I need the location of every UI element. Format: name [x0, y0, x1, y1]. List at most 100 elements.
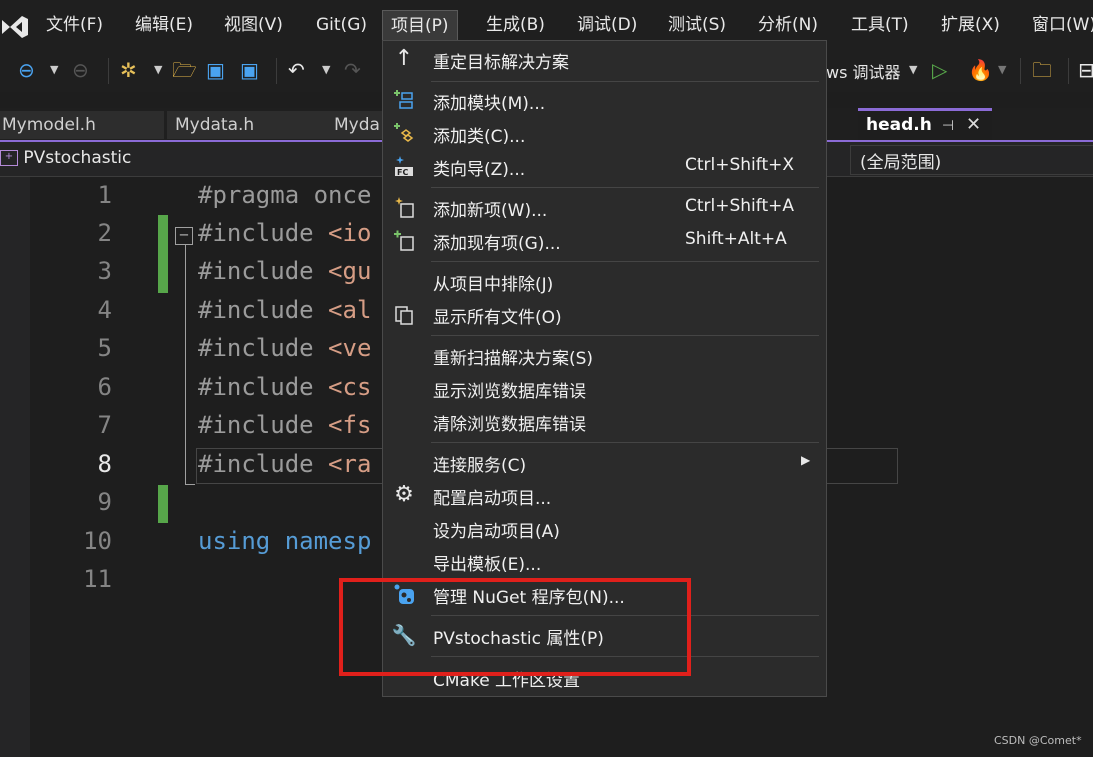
menu-item-export-template[interactable]: 导出模板(E)...	[383, 545, 826, 577]
hot-reload-dropdown-icon[interactable]: ▼	[998, 57, 1006, 83]
open-folder-icon[interactable]: 🗁	[172, 57, 197, 83]
menu-debug[interactable]: 调试(D)	[577, 11, 637, 39]
toolbar-separator	[276, 58, 277, 84]
menu-item-exclude-from-project[interactable]: 从项目中排除(J)	[383, 265, 826, 297]
menu-separator	[431, 187, 819, 188]
menu-edit[interactable]: 编辑(E)	[135, 11, 193, 39]
menu-project[interactable]: 项目(P)	[382, 10, 458, 41]
menu-item-add-existing-item[interactable]: 添加现有项(G)... Shift+Alt+A	[383, 224, 826, 256]
menu-item-label: 重新扫描解决方案(S)	[433, 349, 594, 369]
menu-item-label: 类向导(Z)...	[433, 160, 526, 180]
code-line[interactable]: #include <ra	[198, 450, 371, 478]
code-line[interactable]: #include <fs	[198, 411, 371, 439]
change-indicator	[158, 215, 168, 293]
menu-item-class-wizard[interactable]: FC 类向导(Z)... Ctrl+Shift+X	[383, 150, 826, 182]
solution-explorer-icon[interactable]: 🗀	[1032, 57, 1052, 83]
redo-icon[interactable]: ↷	[344, 57, 361, 83]
undo-dropdown-icon[interactable]: ▼	[322, 57, 330, 83]
menu-item-show-browse-db-errors[interactable]: 显示浏览数据库错误	[383, 372, 826, 404]
code-token: once	[313, 181, 372, 209]
menu-view[interactable]: 视图(V)	[224, 11, 283, 39]
menu-item-add-class[interactable]: 添加类(C)...	[383, 117, 826, 149]
project-dropdown[interactable]: + PVstochastic	[0, 148, 131, 168]
collapse-icon[interactable]: −	[175, 227, 193, 245]
menu-item-label: 配置启动项目...	[433, 489, 552, 509]
code-token: <fs	[328, 411, 372, 439]
gear-icon: ⚙	[394, 482, 414, 507]
project-name: PVstochastic	[23, 148, 132, 168]
tab-label: Mymodel.h	[2, 115, 96, 135]
menu-item-label: 设为启动项目(A)	[433, 522, 560, 542]
tab-mymodel[interactable]: Mymodel.h	[0, 111, 164, 139]
menu-item-clear-browse-db-errors[interactable]: 清除浏览数据库错误	[383, 405, 826, 437]
menu-item-set-as-startup-project[interactable]: 设为启动项目(A)	[383, 512, 826, 544]
menu-analyze[interactable]: 分析(N)	[758, 11, 818, 39]
menu-tools[interactable]: 工具(T)	[851, 11, 909, 39]
menu-item-show-all-files[interactable]: 显示所有文件(O)	[383, 298, 826, 330]
code-line[interactable]: using namesp	[198, 527, 371, 555]
menu-item-label: 显示所有文件(O)	[433, 308, 562, 328]
save-icon[interactable]: ▣	[206, 57, 225, 83]
menu-build[interactable]: 生成(B)	[486, 11, 545, 39]
code-token: #include	[198, 296, 329, 324]
code-line[interactable]: #include <ve	[198, 334, 371, 362]
visual-studio-logo-icon[interactable]	[0, 12, 30, 42]
menu-git[interactable]: Git(G)	[316, 11, 367, 39]
menu-item-add-new-item[interactable]: 添加新项(W)... Ctrl+Shift+A	[383, 191, 826, 223]
code-line[interactable]: #include <gu	[198, 257, 371, 285]
toolbar-more-icon[interactable]: ⊟	[1078, 57, 1093, 83]
menu-item-retarget-solution[interactable]: ↑ 重定目标解决方案	[383, 43, 826, 75]
code-line[interactable]: #include <io	[198, 219, 371, 247]
menu-item-shortcut: Shift+Alt+A	[685, 229, 787, 249]
pin-icon[interactable]: ⊣	[942, 118, 954, 134]
undo-icon[interactable]: ↶	[288, 57, 305, 83]
debugger-dropdown-icon[interactable]: ▼	[909, 57, 917, 83]
hot-reload-icon[interactable]: 🔥	[968, 57, 993, 83]
code-line[interactable]: #include <cs	[198, 373, 371, 401]
menu-item-label: 添加模块(M)...	[433, 94, 546, 114]
code-line[interactable]: #pragma once	[198, 181, 371, 209]
code-token: <ra	[328, 450, 372, 478]
code-line[interactable]: #include <al	[198, 296, 371, 324]
code-token: #include	[198, 257, 329, 285]
add-new-item-icon	[391, 195, 417, 219]
svg-text:FC: FC	[397, 168, 408, 177]
line-number: 6	[97, 373, 112, 401]
watermark: CSDN @Comet*	[994, 734, 1082, 747]
menu-test[interactable]: 测试(S)	[668, 11, 726, 39]
menu-item-add-module[interactable]: 添加模块(M)...	[383, 84, 826, 116]
toolbar-separator	[1020, 58, 1021, 84]
new-dropdown-icon[interactable]: ▼	[154, 57, 162, 83]
menu-item-label: 清除浏览数据库错误	[433, 415, 586, 435]
save-all-icon[interactable]: ▣	[240, 57, 259, 83]
tab-head[interactable]: head.h ⊣ ✕	[858, 108, 992, 142]
debugger-label[interactable]: ws 调试器	[826, 59, 901, 83]
menu-item-rescan-solution[interactable]: 重新扫描解决方案(S)	[383, 339, 826, 371]
tab-mydata[interactable]: Mydata.h	[167, 111, 330, 139]
start-without-debugging-icon[interactable]: ▷	[932, 57, 947, 83]
menu-window[interactable]: 窗口(W)	[1032, 11, 1093, 39]
toolbar-separator	[108, 58, 109, 84]
menu-separator	[431, 335, 819, 336]
close-icon[interactable]: ✕	[966, 114, 981, 135]
menu-item-configure-startup-projects[interactable]: ⚙ 配置启动项目...	[383, 479, 826, 511]
menu-extensions[interactable]: 扩展(X)	[941, 11, 1000, 39]
menu-separator	[431, 261, 819, 262]
menu-item-connected-services[interactable]: 连接服务(C) ▶	[383, 446, 826, 478]
new-project-icon[interactable]: ✲	[120, 57, 137, 83]
code-token: <ve	[328, 334, 372, 362]
tab-label: Myda	[334, 115, 380, 135]
code-token: <gu	[328, 257, 372, 285]
show-all-files-icon	[391, 302, 417, 326]
back-icon[interactable]: ⊖	[18, 57, 35, 83]
menu-file[interactable]: 文件(F)	[46, 11, 103, 39]
menu-separator	[431, 442, 819, 443]
menu-item-label: 连接服务(C)	[433, 456, 527, 476]
forward-icon[interactable]: ⊖	[72, 57, 89, 83]
back-dropdown-icon[interactable]: ▼	[50, 57, 58, 83]
code-token: #include	[198, 373, 329, 401]
code-token: <al	[328, 296, 372, 324]
code-token: #pragma	[198, 181, 314, 209]
menu-item-label: 显示浏览数据库错误	[433, 382, 586, 402]
tab-myda[interactable]: Myda	[326, 111, 390, 139]
